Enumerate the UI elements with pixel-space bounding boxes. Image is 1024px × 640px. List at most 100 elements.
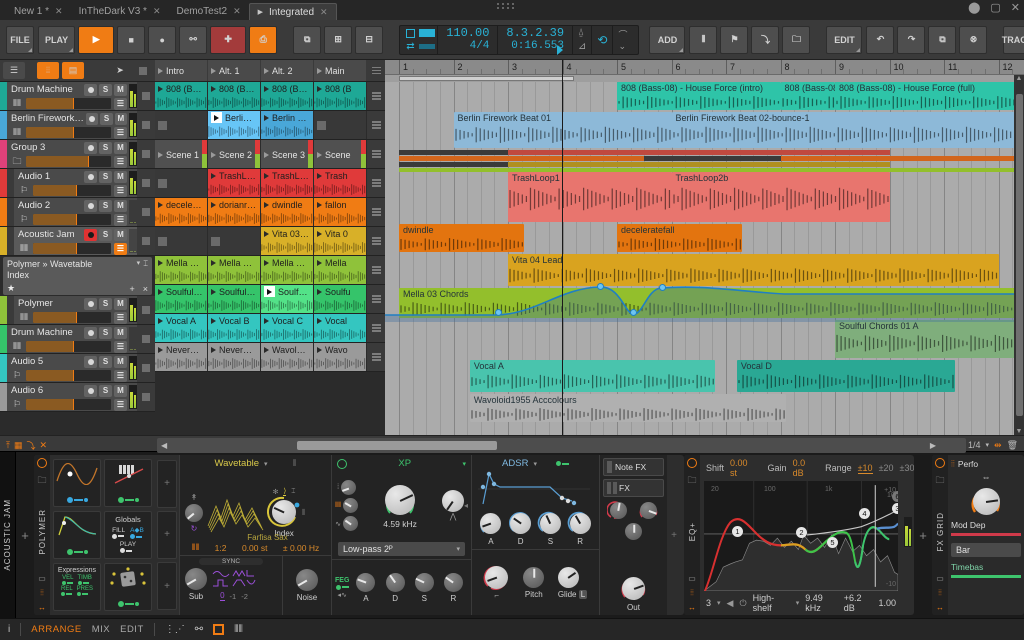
edit-menu-button[interactable]: EDIT [826, 25, 863, 54]
polymer-device[interactable]: 🗀 POLYMER ▭ ⦙⦙ ↔ Globals FILL A◆B PLAY E… [34, 455, 684, 615]
clip-slot[interactable]: TrashLoop2b [261, 169, 313, 197]
scene-launch-column[interactable] [367, 82, 385, 110]
clip-slot[interactable]: Mella 02 C... [208, 256, 260, 284]
fade-out-icon[interactable]: ⌄ [618, 41, 627, 52]
tempo-display[interactable]: 110.00 4/4 [438, 25, 497, 55]
scene-launch-column[interactable] [367, 314, 385, 342]
bar-dropdown[interactable]: Bar [951, 543, 1021, 557]
track-volume-slider[interactable] [33, 185, 111, 196]
metronome-button[interactable]: ⎙ [249, 25, 278, 54]
timeline-ruler[interactable]: 1 2 3 4 5 6 7 8 9 10 11 12 [385, 60, 1024, 75]
level-knob[interactable] [640, 501, 658, 519]
eq-band-type[interactable]: High-shelf [753, 593, 790, 613]
clip-slot[interactable]: Mella 01 C... [155, 256, 207, 284]
track-lanes[interactable]: 808 (Bass-08) - House Force (intro) 808 (… [385, 82, 1024, 435]
automation-write-button[interactable]: ⚯ [179, 25, 208, 54]
clip-slot[interactable]: 808 (Bass-... [261, 82, 313, 110]
clip-slot[interactable] [155, 169, 207, 197]
voice-knob[interactable] [609, 501, 627, 519]
mod-random-cell[interactable] [104, 563, 152, 611]
file-menu-button[interactable]: FILE [6, 25, 34, 54]
glide-knob[interactable] [557, 566, 579, 588]
sub-oct-2[interactable]: -2 [241, 592, 248, 601]
note-fx-slot[interactable]: Note FX [603, 458, 664, 476]
amp-env-mod[interactable] [555, 461, 569, 466]
add-track-icon[interactable]: ⤒ [6, 440, 10, 451]
clip-play-icon[interactable] [158, 346, 163, 353]
expand-icon[interactable]: ↔ [936, 603, 944, 612]
adsr-curve-display[interactable] [478, 470, 590, 508]
track-device-list[interactable]: ☰ [114, 311, 127, 324]
loop-follow-icons[interactable]: ⇄ [406, 28, 437, 52]
drag-handle-dots[interactable] [497, 3, 515, 9]
eq-node-2[interactable]: 2 [796, 527, 807, 538]
track-volume-slider[interactable] [33, 214, 111, 225]
mixer-view-button[interactable]: ⊟ [355, 25, 384, 54]
clip-play-icon[interactable] [211, 288, 216, 295]
track-scroll-marker[interactable] [137, 227, 155, 255]
chevron-down-icon[interactable]: ▾ [986, 441, 990, 449]
arrow-down-icon[interactable]: ⤵ [751, 25, 780, 54]
cutoff-knob-wrap[interactable] [383, 483, 417, 517]
panel-icon[interactable] [213, 624, 225, 635]
clip-slot[interactable]: Scene [314, 140, 366, 168]
clip-slot[interactable]: Trash [314, 169, 366, 197]
osc-detune[interactable]: 0.00 st [242, 543, 268, 553]
tab-edit[interactable]: EDIT [120, 624, 144, 635]
track-scroll-marker[interactable] [137, 383, 155, 411]
filter-key-knob[interactable] [341, 480, 357, 495]
wavetable-display[interactable] [206, 492, 266, 534]
eq-band-q[interactable]: 1.00 [878, 598, 896, 608]
track-row[interactable]: Drum Machine S M ⦀⦀ ☰ [0, 82, 155, 111]
mod-depth-wrap[interactable] [970, 485, 1002, 517]
mixer-icon[interactable]: ⦀⦀ [234, 624, 243, 635]
play-button[interactable]: ▶ [78, 25, 115, 54]
width-knob[interactable] [625, 523, 642, 540]
clip-playing-icon[interactable] [211, 112, 222, 124]
track-solo[interactable]: S [99, 355, 112, 368]
tab-arrange[interactable]: ARRANGE [31, 624, 81, 635]
close-icon[interactable]: ✕ [40, 440, 48, 451]
mod-mw-amount[interactable] [66, 497, 88, 503]
scene-column-header-3[interactable]: Main [314, 60, 366, 81]
eq-gain-value[interactable]: 0.0 dB [793, 458, 806, 478]
playhead[interactable] [557, 45, 563, 435]
clip-play-icon[interactable] [264, 85, 269, 92]
mod-globals-cell[interactable]: Globals FILL A◆B PLAY [104, 511, 152, 559]
grid-dots-icon[interactable]: ⦙⦙ [938, 588, 942, 598]
track-volume-slider[interactable] [26, 98, 111, 109]
arranger-clip[interactable]: dwindle [399, 224, 525, 252]
clip-slot[interactable]: Scene 1 [155, 140, 207, 168]
track-volume-slider[interactable] [33, 243, 111, 254]
arranger-clip[interactable]: 808 (Bass-08) - House Force (intro) [617, 82, 781, 110]
track-record-arm[interactable] [84, 199, 97, 212]
polymer-power-icon[interactable] [37, 458, 47, 468]
feg-sustain-knob[interactable] [414, 572, 434, 592]
amp-decay-knob[interactable] [510, 512, 532, 534]
eq-device[interactable]: 🗀 EQ+ ▭ ⦙⦙ ↔ Shift 0.00 st Gain 0.0 dB R… [684, 455, 914, 615]
clip-slot[interactable]: Soulful Cho... [261, 285, 313, 313]
out-knob[interactable] [622, 576, 645, 600]
redo-icon[interactable]: ↷ [897, 25, 926, 54]
loop-region[interactable] [399, 76, 574, 81]
loop-icon[interactable]: ⟲ [597, 33, 607, 47]
timebase-bar[interactable] [951, 575, 1021, 578]
clip-slot[interactable]: Wavo [314, 343, 366, 371]
track-record-arm[interactable] [84, 355, 97, 368]
osc-fine[interactable]: ± 0.00 Hz [283, 543, 319, 553]
automation-point[interactable] [630, 309, 637, 316]
chevron-down-icon[interactable]: ▾ [264, 460, 268, 468]
track-mute[interactable]: M [114, 83, 127, 96]
arranger-clip[interactable]: Vocal D [736, 360, 955, 392]
clip-slot[interactable] [155, 227, 207, 255]
eq-range-10[interactable]: ±10 [857, 463, 873, 474]
amp-release-knob[interactable] [569, 512, 591, 534]
mod-keytrack-amount[interactable] [117, 497, 139, 503]
timb-amount[interactable] [77, 581, 92, 585]
track-solo[interactable]: S [99, 228, 112, 241]
out-wrap[interactable] [620, 575, 647, 601]
clip-slot[interactable] [155, 111, 207, 139]
add-device-button-right[interactable]: + [914, 452, 932, 618]
track-mute[interactable]: M [114, 326, 127, 339]
clip-slot[interactable]: Vocal A [155, 314, 207, 342]
